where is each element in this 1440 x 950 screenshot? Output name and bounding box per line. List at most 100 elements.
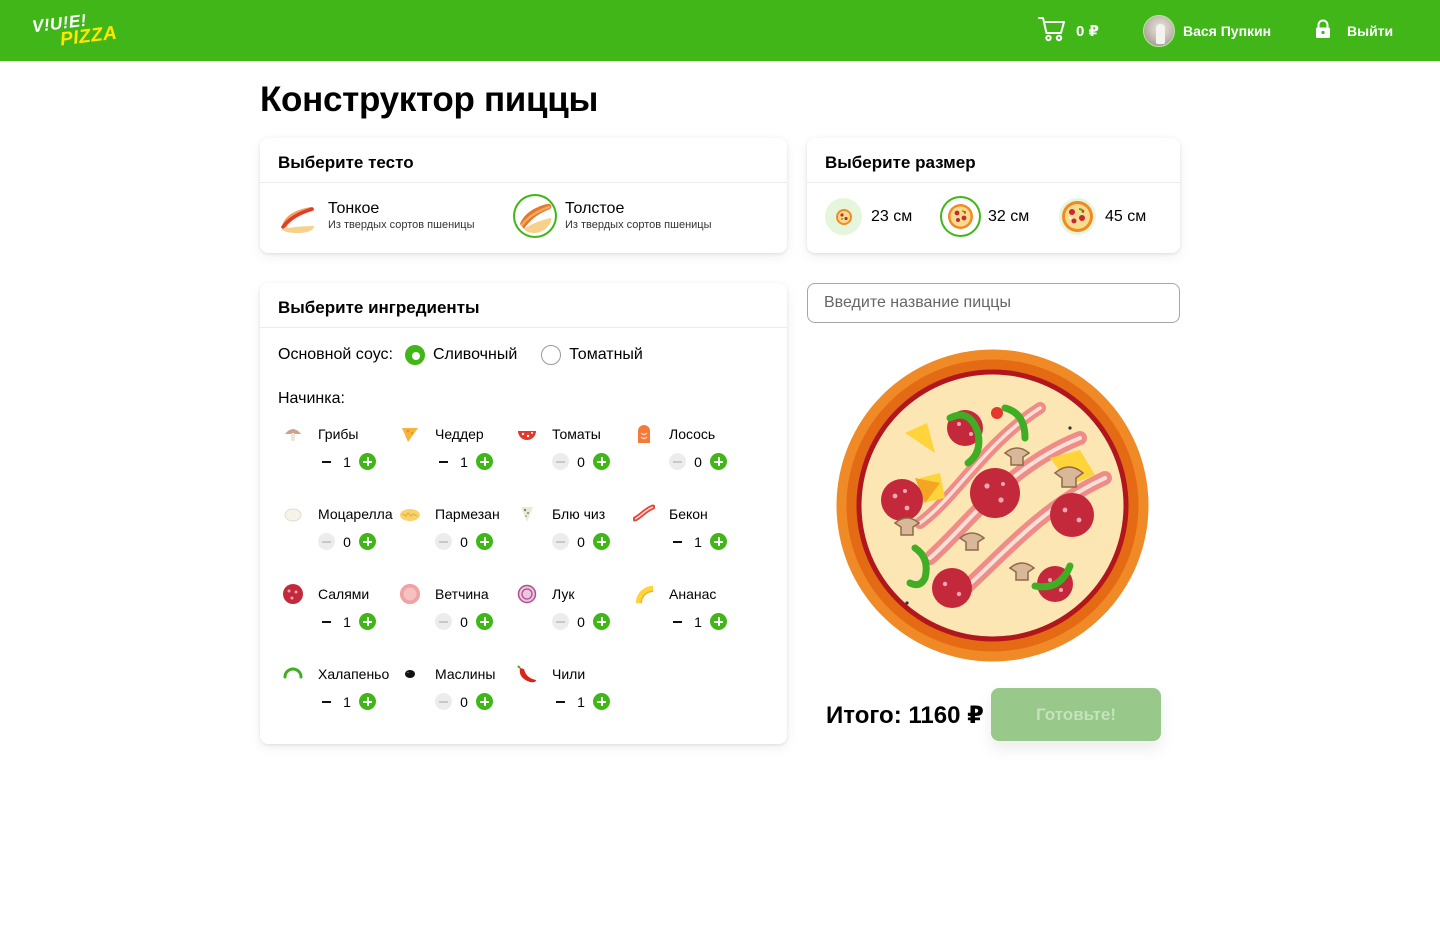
ingredient-draggable[interactable]: Лук	[516, 583, 574, 605]
ingredient-counter: 1	[318, 453, 376, 470]
ingredient-draggable[interactable]: Томаты	[516, 423, 601, 445]
ingredient-item: Пармезан 0	[399, 503, 516, 563]
large-pizza-icon	[1059, 198, 1096, 235]
ingredient-count: 0	[460, 613, 468, 630]
decrement-button[interactable]	[552, 613, 569, 630]
ingredient-count: 0	[460, 693, 468, 710]
ingredient-draggable[interactable]: Маслины	[399, 663, 495, 685]
pizza-preview	[835, 348, 1150, 663]
ingredient-count: 1	[694, 533, 702, 550]
decrement-button[interactable]	[552, 693, 569, 710]
ingredient-counter: 0	[435, 533, 493, 550]
dough-name: Тонкое	[328, 200, 380, 217]
dough-name: Толстое	[565, 200, 625, 217]
size-option-small[interactable]: 23 см	[825, 198, 912, 235]
ingredient-draggable[interactable]: Халапеньо	[282, 663, 389, 685]
size-option-medium[interactable]: 32 см	[942, 198, 1029, 235]
cart-button[interactable]: 0 ₽	[1038, 16, 1099, 46]
ingredient-name: Халапеньо	[318, 666, 390, 682]
cook-button[interactable]: Готовьте!	[991, 688, 1161, 741]
increment-button[interactable]	[359, 453, 376, 470]
decrement-button[interactable]	[669, 453, 686, 470]
decrement-button[interactable]	[318, 693, 335, 710]
increment-button[interactable]	[593, 453, 610, 470]
decrement-button[interactable]	[435, 533, 452, 550]
top-bar: V!U!E! PIZZA 0 ₽ Вася Пупкин Выйти	[0, 0, 1440, 61]
ingredient-item: Блю чиз 0	[516, 503, 633, 563]
ingredient-item: Ветчина 0	[399, 583, 516, 643]
increment-button[interactable]	[593, 613, 610, 630]
increment-button[interactable]	[710, 613, 727, 630]
ingredient-draggable[interactable]: Моцарелла	[282, 503, 393, 525]
ingredient-count: 1	[694, 613, 702, 630]
decrement-button[interactable]	[435, 613, 452, 630]
ingredient-draggable[interactable]: Блю чиз	[516, 503, 605, 525]
ingredient-item: Маслины 0	[399, 663, 516, 723]
decrement-button[interactable]	[318, 533, 335, 550]
increment-button[interactable]	[476, 613, 493, 630]
decrement-button[interactable]	[318, 453, 335, 470]
ingredient-draggable[interactable]: Ветчина	[399, 583, 489, 605]
ingredient-count: 1	[343, 453, 351, 470]
dough-option-thick[interactable]: Толстое Из твердых сортов пшеницы	[515, 196, 712, 236]
radio-button[interactable]	[404, 345, 425, 365]
user-profile[interactable]: Вася Пупкин	[1143, 14, 1271, 48]
decrement-button[interactable]	[318, 613, 335, 630]
mushroom-icon	[282, 423, 304, 445]
pineapple-icon	[633, 583, 655, 605]
ingredients-title: Выберите ингредиенты	[260, 283, 787, 328]
dough-option-thin[interactable]: Тонкое Из твердых сортов пшеницы	[278, 196, 475, 236]
ingredient-item: Ананас 1	[633, 583, 750, 643]
decrement-button[interactable]	[552, 533, 569, 550]
decrement-button[interactable]	[552, 453, 569, 470]
ingredient-draggable[interactable]: Лосось	[633, 423, 715, 445]
ingredient-draggable[interactable]: Бекон	[633, 503, 708, 525]
increment-button[interactable]	[593, 533, 610, 550]
increment-button[interactable]	[476, 453, 493, 470]
size-option-large[interactable]: 45 см	[1059, 198, 1146, 235]
ingredient-count: 0	[343, 533, 351, 550]
sauce-option-creamy[interactable]: Сливочный	[404, 345, 517, 365]
ingredient-draggable[interactable]: Грибы	[282, 423, 358, 445]
ingredient-item: Чили 1	[516, 663, 633, 723]
increment-button[interactable]	[710, 453, 727, 470]
ingredient-draggable[interactable]: Чили	[516, 663, 585, 685]
ingredient-draggable[interactable]: Чеддер	[399, 423, 484, 445]
increment-button[interactable]	[359, 693, 376, 710]
increment-button[interactable]	[476, 533, 493, 550]
blue-cheese-icon	[516, 503, 538, 525]
decrement-button[interactable]	[435, 453, 452, 470]
pizza-image	[836, 349, 1149, 662]
ingredient-draggable[interactable]: Салями	[282, 583, 369, 605]
ingredient-draggable[interactable]: Пармезан	[399, 503, 500, 525]
medium-pizza-icon	[942, 198, 979, 235]
logo[interactable]: V!U!E! PIZZA	[31, 11, 122, 51]
sauce-label: Основной соус:	[278, 346, 393, 363]
ingredient-counter: 1	[435, 453, 493, 470]
sauce-option-label: Томатный	[569, 346, 643, 363]
radio-button[interactable]	[541, 345, 562, 365]
thick-dough-icon	[515, 196, 555, 236]
decrement-button[interactable]	[435, 693, 452, 710]
ingredient-name: Лук	[552, 586, 575, 602]
ingredient-name: Моцарелла	[318, 506, 393, 522]
decrement-button[interactable]	[669, 533, 686, 550]
increment-button[interactable]	[359, 533, 376, 550]
ingredient-counter: 0	[669, 453, 727, 470]
ingredient-draggable[interactable]: Ананас	[633, 583, 716, 605]
total-price: Итого: 1160 ₽	[826, 702, 984, 729]
increment-button[interactable]	[476, 693, 493, 710]
increment-button[interactable]	[359, 613, 376, 630]
ingredient-counter: 1	[318, 693, 376, 710]
ingredient-count: 1	[343, 693, 351, 710]
increment-button[interactable]	[593, 693, 610, 710]
pizza-name-input[interactable]	[807, 283, 1180, 323]
decrement-button[interactable]	[669, 613, 686, 630]
mozzarella-icon	[282, 503, 304, 525]
ingredient-name: Чили	[552, 666, 586, 682]
increment-button[interactable]	[710, 533, 727, 550]
dough-title: Выберите тесто	[260, 138, 787, 183]
logout-button[interactable]: Выйти	[1314, 18, 1393, 44]
sauce-option-tomato[interactable]: Томатный	[541, 345, 643, 365]
ingredients-selector: Выберите ингредиенты Основной соус: Слив…	[260, 283, 787, 744]
